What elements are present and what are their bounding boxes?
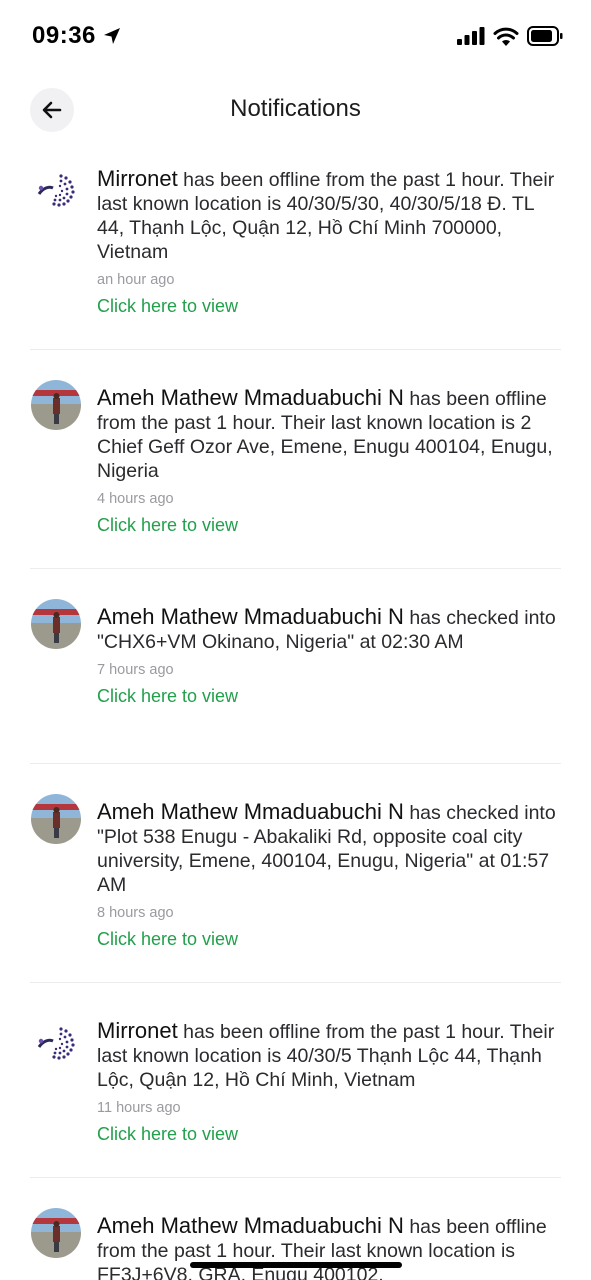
notification-message: Ameh Mathew Mmaduabuchi N has checked in… xyxy=(97,605,561,654)
cellular-signal-icon xyxy=(457,27,485,45)
view-link[interactable]: Click here to view xyxy=(97,929,561,950)
notification-item[interactable]: Ameh Mathew Mmaduabuchi N has been offli… xyxy=(30,350,561,569)
wifi-icon xyxy=(493,27,519,46)
user-avatar xyxy=(31,1208,81,1258)
notification-message: Mirronet has been offline from the past … xyxy=(97,167,561,264)
mirronet-logo-icon xyxy=(31,1019,81,1069)
notification-sender: Mirronet xyxy=(97,1018,178,1043)
header: Notifications xyxy=(0,86,591,134)
page-title: Notifications xyxy=(230,95,361,122)
notification-message: Mirronet has been offline from the past … xyxy=(97,1019,561,1092)
notification-message: Ameh Mathew Mmaduabuchi N has checked in… xyxy=(97,800,561,897)
user-photo-icon xyxy=(31,794,81,844)
notification-list: Mirronet has been offline from the past … xyxy=(0,150,591,1280)
location-arrow-icon xyxy=(103,28,120,44)
notification-time: 8 hours ago xyxy=(97,905,174,921)
notification-time: 7 hours ago xyxy=(97,662,174,678)
notification-item[interactable]: Ameh Mathew Mmaduabuchi N has checked in… xyxy=(30,764,561,983)
notification-sender: Ameh Mathew Mmaduabuchi N xyxy=(97,1213,404,1238)
mirronet-logo-icon xyxy=(31,166,81,216)
notification-item[interactable]: Mirronet has been offline from the past … xyxy=(30,983,561,1178)
home-indicator xyxy=(190,1262,402,1268)
view-link[interactable]: Click here to view xyxy=(97,1124,561,1145)
user-photo-icon xyxy=(31,1208,81,1258)
notification-time: 4 hours ago xyxy=(97,491,174,507)
notification-message: Ameh Mathew Mmaduabuchi N has been offli… xyxy=(97,386,561,483)
user-photo-icon xyxy=(31,380,81,430)
notification-sender: Mirronet xyxy=(97,166,178,191)
notification-sender: Ameh Mathew Mmaduabuchi N xyxy=(97,799,404,824)
notification-time: 11 hours ago xyxy=(97,1100,181,1116)
battery-icon xyxy=(527,26,563,46)
view-link[interactable]: Click here to view xyxy=(97,686,561,707)
view-link[interactable]: Click here to view xyxy=(97,515,561,536)
user-avatar xyxy=(31,599,81,649)
mirronet-logo-avatar xyxy=(31,166,81,216)
user-avatar xyxy=(31,380,81,430)
user-avatar xyxy=(31,794,81,844)
view-link[interactable]: Click here to view xyxy=(97,296,561,317)
clock: 09:36 xyxy=(32,22,96,49)
notification-item[interactable]: Ameh Mathew Mmaduabuchi N has checked in… xyxy=(30,569,561,764)
user-photo-icon xyxy=(31,599,81,649)
notification-message: Ameh Mathew Mmaduabuchi N has been offli… xyxy=(97,1214,561,1280)
notification-sender: Ameh Mathew Mmaduabuchi N xyxy=(97,385,404,410)
status-icons xyxy=(457,26,563,46)
mirronet-logo-avatar xyxy=(31,1019,81,1069)
notification-time: an hour ago xyxy=(97,272,175,288)
status-time: 09:36 xyxy=(32,22,122,50)
status-bar: 09:36 xyxy=(0,0,591,76)
notification-item[interactable]: Mirronet has been offline from the past … xyxy=(30,150,561,350)
notification-sender: Ameh Mathew Mmaduabuchi N xyxy=(97,604,404,629)
